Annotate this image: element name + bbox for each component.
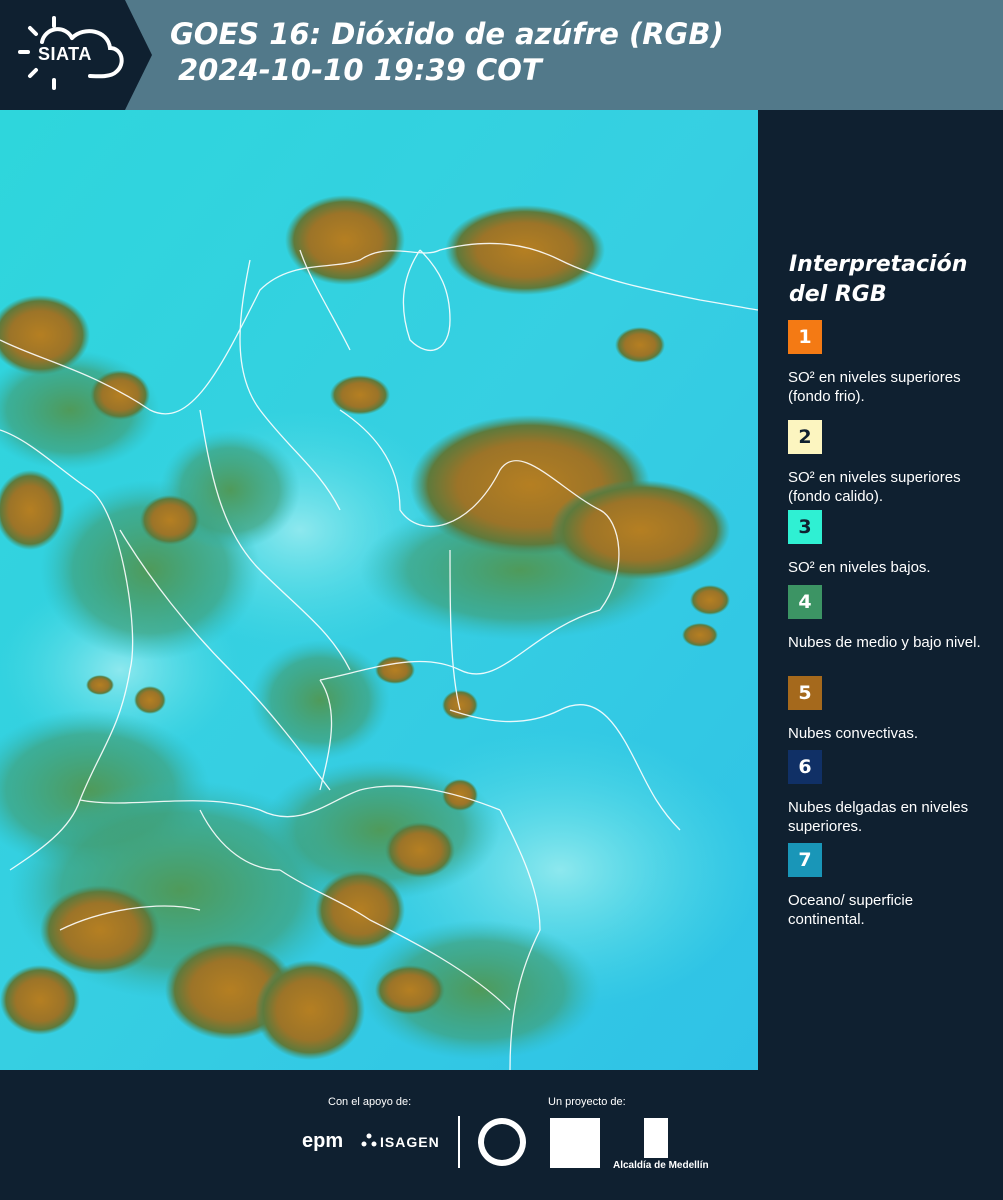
legend-label: Oceano/ superficie continental. <box>788 892 914 928</box>
legend-swatch: 3 <box>788 510 822 544</box>
legend-label: Nubes delgadas en niveles superiores. <box>788 799 969 835</box>
legend-label: Nubes de medio y bajo nivel. <box>788 634 981 651</box>
area-metropolitana-logo <box>550 1118 600 1168</box>
alcaldia-emblem <box>644 1118 668 1158</box>
epm-logo: epm <box>302 1130 344 1152</box>
legend-label: Nubes convectivas. <box>788 725 919 742</box>
page-title: GOES 16: Dióxido de azúfre (RGB) 2024-10… <box>170 16 724 88</box>
legend-swatch: 2 <box>788 420 822 454</box>
medellin-seal-logo <box>478 1118 526 1166</box>
title-timestamp: 2024-10-10 19:39 COT <box>178 53 542 87</box>
legend-item-7: 7 Oceano/ superficie continental. <box>788 843 993 929</box>
legend-title: Interpretación del RGB <box>789 250 967 310</box>
legend-swatch: 4 <box>788 585 822 619</box>
legend-title-line2: del RGB <box>789 282 887 307</box>
legend-swatch: 5 <box>788 676 822 710</box>
legend-item-3: 3 SO² en niveles bajos. <box>788 510 993 577</box>
legend-item-5: 5 Nubes convectivas. <box>788 676 993 743</box>
legend-swatch: 1 <box>788 320 822 354</box>
support-label: Con el apoyo de: <box>328 1096 412 1108</box>
footer-divider <box>458 1116 460 1168</box>
satellite-image <box>0 110 758 1070</box>
siata-logo: SIATA <box>0 0 152 110</box>
legend-item-4: 4 Nubes de medio y bajo nivel. <box>788 585 993 652</box>
legend-swatch: 6 <box>788 750 822 784</box>
legend-item-2: 2 SO² en niveles superiores (fondo calid… <box>788 420 993 506</box>
title-product: GOES 16: Dióxido de azúfre (RGB) <box>170 17 724 51</box>
legend-item-6: 6 Nubes delgadas en niveles superiores. <box>788 750 993 836</box>
satellite-map[interactable] <box>0 110 758 1070</box>
legend-label: SO² en niveles superiores (fondo calido)… <box>788 469 961 505</box>
legend-label: SO² en niveles superiores (fondo frio). <box>788 369 961 405</box>
legend-label: SO² en niveles bajos. <box>788 559 931 576</box>
isagen-icon <box>361 1133 377 1147</box>
header-bar: SIATA GOES 16: Dióxido de azúfre (RGB) 2… <box>0 0 1003 110</box>
logo-text: SIATA <box>38 44 92 64</box>
legend-swatch: 7 <box>788 843 822 877</box>
project-label: Un proyecto de: <box>548 1096 626 1108</box>
rgb-legend: Interpretación del RGB 1 SO² en niveles … <box>758 110 1003 1070</box>
footer-sponsors: Con el apoyo de: Un proyecto de: epm ISA… <box>0 1070 1003 1200</box>
legend-item-1: 1 SO² en niveles superiores (fondo frio)… <box>788 320 993 406</box>
isagen-logo: ISAGEN <box>380 1134 440 1150</box>
legend-title-line1: Interpretación <box>789 252 968 277</box>
alcaldia-label: Alcaldía de Medellín <box>613 1160 709 1171</box>
